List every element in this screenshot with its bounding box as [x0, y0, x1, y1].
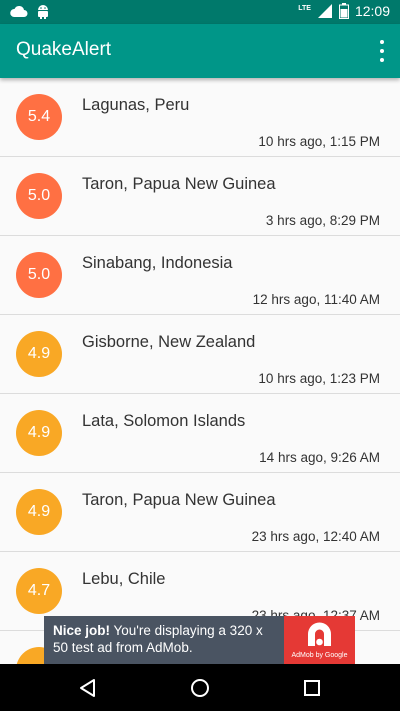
magnitude-badge: 5.0 [16, 173, 62, 219]
recents-icon[interactable] [300, 676, 324, 700]
magnitude-badge: 5.0 [16, 252, 62, 298]
time-label: 3 hrs ago, 8:29 PM [265, 213, 380, 228]
signal-icon [317, 4, 332, 18]
home-icon[interactable] [188, 676, 212, 700]
location-label: Taron, Papua New Guinea [82, 175, 276, 193]
magnitude-badge: 4.9 [16, 331, 62, 377]
location-label: Lagunas, Peru [82, 96, 190, 114]
network-type: LTE [298, 4, 311, 12]
cloud-icon [10, 5, 28, 17]
location-label: Lata, Solomon Islands [82, 412, 246, 430]
app-bar: QuakeAlert [0, 24, 400, 78]
list-item[interactable]: 4.9 Taron, Papua New Guinea 23 hrs ago, … [0, 473, 400, 552]
magnitude-badge: 5.4 [16, 94, 62, 140]
list-item[interactable]: 5.4 Lagunas, Peru 10 hrs ago, 1:15 PM [0, 78, 400, 157]
location-label: Sinabang, Indonesia [82, 254, 233, 272]
time-label: 10 hrs ago, 1:15 PM [258, 134, 380, 149]
list-item[interactable]: 4.9 Gisborne, New Zealand 10 hrs ago, 1:… [0, 315, 400, 394]
overflow-menu-icon[interactable] [378, 40, 386, 62]
location-label: Lebu, Chile [82, 570, 166, 588]
battery-icon [338, 3, 349, 19]
ad-headline: Nice job! [53, 623, 111, 638]
magnitude-badge: 4.9 [16, 410, 62, 456]
admob-logo-icon [308, 622, 331, 646]
time-label: 12 hrs ago, 11:40 AM [252, 292, 380, 307]
list-item[interactable]: 5.0 Taron, Papua New Guinea 3 hrs ago, 8… [0, 157, 400, 236]
time-label: 23 hrs ago, 12:40 AM [251, 529, 380, 544]
time-label: 10 hrs ago, 1:23 PM [258, 371, 380, 386]
nav-bar [0, 664, 400, 711]
status-bar: LTE 12:09 [0, 0, 400, 24]
quake-list[interactable]: 5.4 Lagunas, Peru 10 hrs ago, 1:15 PM 5.… [0, 78, 400, 664]
location-label: Taron, Papua New Guinea [82, 491, 276, 509]
android-icon [38, 5, 48, 19]
admob-logo: AdMob by Google [284, 616, 355, 664]
app-title: QuakeAlert [16, 39, 112, 60]
admob-caption: AdMob by Google [291, 652, 348, 659]
magnitude-badge: 4.7 [16, 568, 62, 614]
list-item[interactable]: 4.9 Lata, Solomon Islands 14 hrs ago, 9:… [0, 394, 400, 473]
ad-text: Nice job! You're displaying a 320 x 50 t… [53, 622, 281, 656]
magnitude-badge: 4.9 [16, 489, 62, 535]
location-label: Gisborne, New Zealand [82, 333, 256, 351]
list-item[interactable]: 5.0 Sinabang, Indonesia 12 hrs ago, 11:4… [0, 236, 400, 315]
time-label: 14 hrs ago, 9:26 AM [259, 450, 380, 465]
admob-banner[interactable]: Nice job! You're displaying a 320 x 50 t… [44, 616, 355, 664]
back-icon[interactable] [76, 676, 100, 700]
clock: 12:09 [354, 3, 390, 19]
